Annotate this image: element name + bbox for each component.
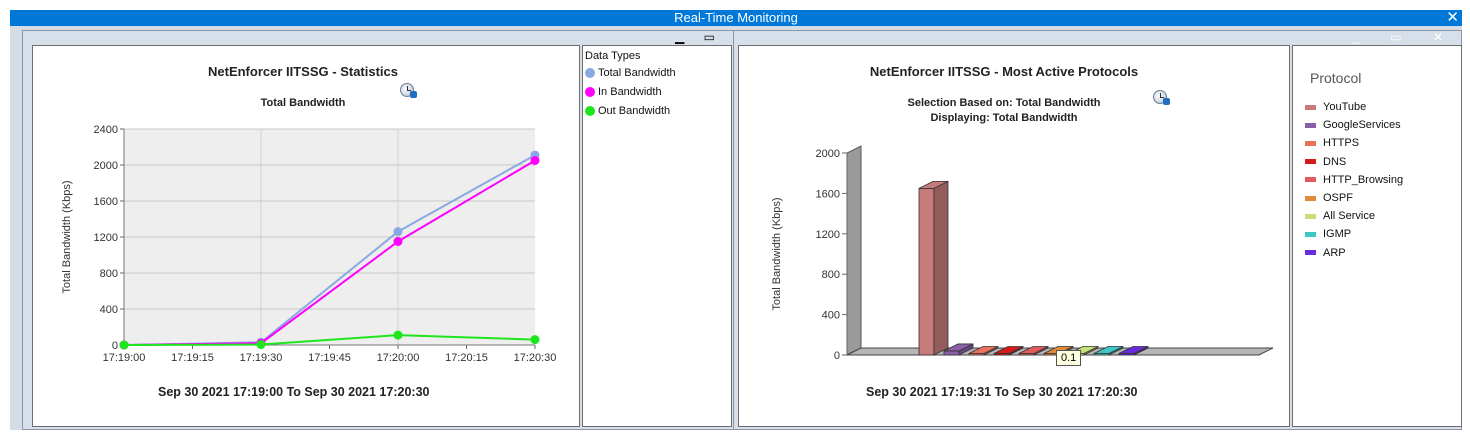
x-tick-label: 17:19:15	[171, 352, 214, 364]
data-types-legend: Data Types Total Bandwidth In Bandwidth …	[582, 45, 732, 427]
legend-item-youtube[interactable]: YouTube	[1305, 101, 1366, 113]
legend-swatch-icon	[1305, 195, 1316, 201]
statistics-panel: ▁ ▭ NetEnforcer IITSSG - Statistics Tota…	[22, 30, 734, 430]
protocol-legend: Protocol YouTube GoogleServices HTTPS DNS HT…	[1292, 45, 1462, 427]
legend-label: ARP	[1323, 246, 1346, 259]
legend-item-in-bandwidth[interactable]: In Bandwidth	[585, 86, 662, 98]
legend-label: In Bandwidth	[598, 86, 662, 98]
y-tick-label: 800	[822, 269, 840, 281]
legend-swatch-icon	[1305, 231, 1316, 237]
y-tick-label: 0	[834, 350, 840, 362]
legend-label: Out Bandwidth	[598, 105, 671, 117]
x-tick-label: 17:20:15	[445, 352, 488, 364]
legend-title: Data Types	[585, 50, 641, 62]
legend-swatch-icon	[1305, 159, 1316, 165]
legend-item-googleservices[interactable]: GoogleServices	[1305, 119, 1401, 131]
legend-item-ospf[interactable]: OSPF	[1305, 192, 1353, 204]
value-tooltip: 0.1	[1056, 350, 1082, 366]
legend-dot-icon	[585, 68, 595, 78]
y-tick-label: 1600	[816, 188, 840, 200]
protocols-panel: _ ▭ ✕ NetEnforcer IITSSG - Most Active P…	[733, 30, 1462, 430]
legend-item-https[interactable]: HTTPS	[1305, 137, 1359, 149]
bar-front	[918, 187, 935, 356]
y-tick-label: 400	[100, 304, 118, 316]
window-titlebar: Real-Time Monitoring ✕	[10, 10, 1462, 26]
legend-label: IGMP	[1323, 228, 1352, 241]
legend-dot-icon	[585, 87, 595, 97]
legend-swatch-icon	[1305, 140, 1316, 146]
legend-title: Protocol	[1310, 70, 1362, 86]
time-range-label: Sep 30 2021 17:19:31 To Sep 30 2021 17:2…	[866, 385, 1138, 399]
back-wall	[846, 145, 862, 356]
legend-label: Total Bandwidth	[598, 67, 676, 79]
legend-item-arp[interactable]: ARP	[1305, 247, 1346, 259]
x-tick-label: 17:19:00	[103, 352, 146, 364]
y-tick-label: 800	[100, 268, 118, 280]
legend-label: YouTube	[1323, 101, 1367, 113]
x-tick-label: 17:20:30	[514, 352, 557, 364]
legend-dot-icon	[585, 106, 595, 116]
legend-item-http-browsing[interactable]: HTTP_Browsing	[1305, 174, 1403, 186]
legend-item-dns[interactable]: DNS	[1305, 156, 1346, 168]
data-point	[393, 227, 403, 237]
y-tick-label: 1200	[816, 229, 840, 241]
legend-swatch-icon	[1305, 250, 1316, 256]
statistics-chart-area: NetEnforcer IITSSG - Statistics Total Ba…	[32, 45, 580, 427]
legend-swatch-icon	[1305, 213, 1316, 219]
y-tick-label: 2000	[94, 160, 118, 172]
data-point	[393, 330, 403, 340]
x-tick-label: 17:19:30	[240, 352, 283, 364]
y-axis-label: Total Bandwidth (Kbps)	[771, 197, 783, 310]
y-tick-label: 1200	[94, 232, 118, 244]
bar-front	[943, 350, 960, 356]
time-range-label: Sep 30 2021 17:19:00 To Sep 30 2021 17:2…	[158, 385, 430, 399]
data-point	[393, 237, 403, 246]
panel-window-controls[interactable]: _ ▭ ✕	[1352, 30, 1457, 44]
legend-label: OSPF	[1323, 192, 1353, 204]
legend-label: DNS	[1323, 155, 1347, 168]
data-point	[530, 335, 540, 345]
y-tick-label: 2400	[94, 124, 118, 136]
panel-window-controls[interactable]: ▁ ▭	[675, 30, 723, 44]
legend-item-all-service[interactable]: All Service	[1305, 210, 1375, 222]
window-title: Real-Time Monitoring	[674, 10, 798, 25]
line-chart: 0 400 800 1200 1600 2000 2400 17:19:00 17:19:15 1…	[61, 124, 557, 364]
data-point	[256, 340, 266, 350]
y-tick-label: 400	[822, 310, 840, 322]
y-tick-label: 0	[112, 340, 118, 352]
legend-label: HTTP_Browsing	[1323, 173, 1404, 186]
data-point	[530, 156, 540, 165]
close-icon[interactable]: ✕	[1446, 10, 1459, 26]
legend-swatch-icon	[1305, 122, 1316, 128]
legend-label: HTTPS	[1323, 137, 1360, 150]
x-tick-label: 17:19:45	[308, 352, 351, 364]
data-point	[119, 340, 129, 350]
bar-chart: 0 400 800 1200 1600 2000 Total Bandwidth (Kbps…	[771, 145, 1274, 362]
legend-item-out-bandwidth[interactable]: Out Bandwidth	[585, 105, 670, 117]
y-tick-label: 2000	[816, 148, 840, 160]
y-axis-label: Total Bandwidth (Kbps)	[61, 180, 73, 293]
y-tick-label: 1600	[94, 196, 118, 208]
x-tick-label: 17:20:00	[377, 352, 420, 364]
legend-item-total-bandwidth[interactable]: Total Bandwidth	[585, 67, 676, 79]
protocols-chart-area: NetEnforcer IITSSG - Most Active Protoco…	[738, 45, 1290, 427]
legend-item-igmp[interactable]: IGMP	[1305, 228, 1351, 240]
legend-label: GoogleServices	[1323, 119, 1401, 132]
legend-swatch-icon	[1305, 104, 1316, 110]
bar-side	[933, 180, 949, 356]
legend-swatch-icon	[1305, 177, 1316, 183]
legend-label: All Service	[1323, 210, 1375, 223]
